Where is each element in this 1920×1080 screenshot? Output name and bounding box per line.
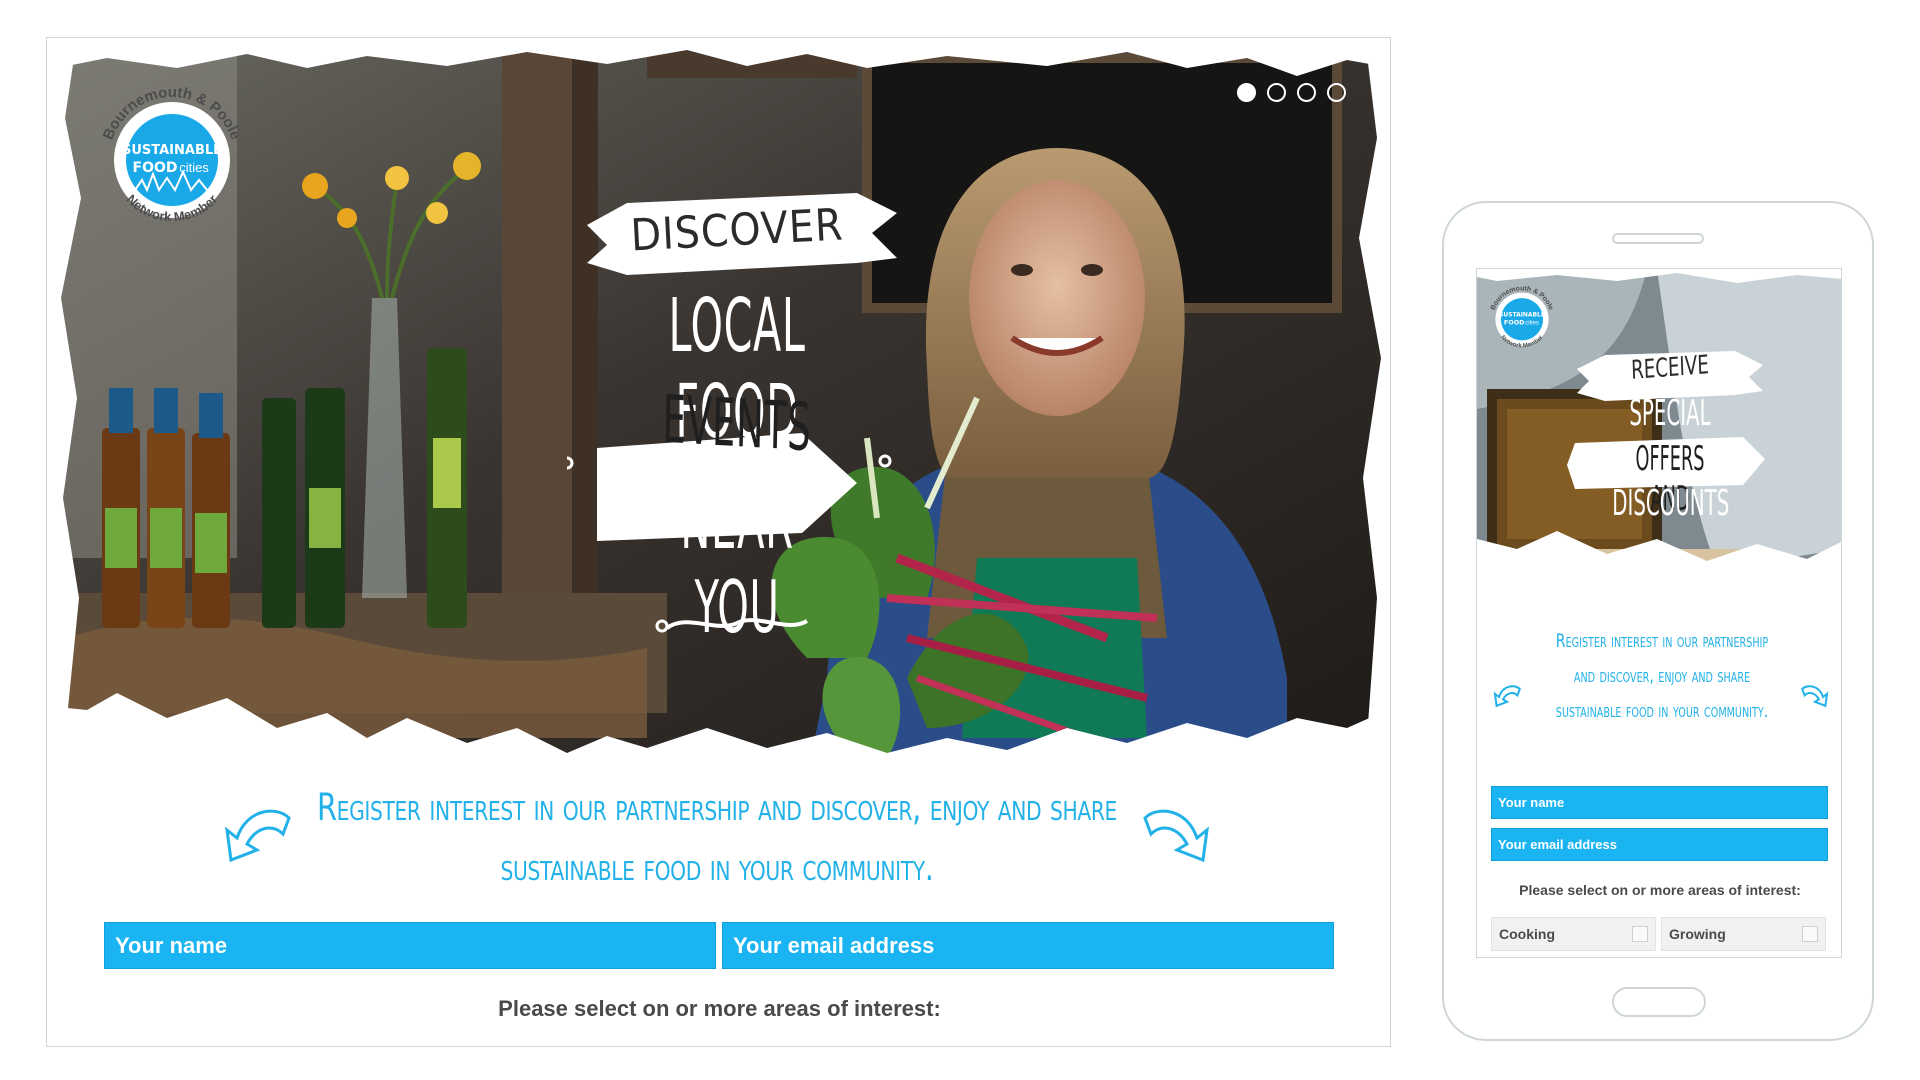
mobile-interest-label: Please select on or more areas of intere… [1519, 882, 1801, 898]
svg-text:SUSTAINABLE: SUSTAINABLE [122, 143, 222, 158]
mobile-title-discounts: Discounts [1612, 483, 1730, 524]
curly-arrow-right-icon [1143, 809, 1209, 863]
interest-option-label: Cooking [1499, 926, 1555, 942]
interest-option-label: Growing [1669, 926, 1726, 942]
slider-dot-1[interactable] [1237, 83, 1256, 102]
mobile-title-special: Special [1629, 393, 1711, 434]
slider-dot-4[interactable] [1327, 83, 1346, 102]
mobile-sustainable-food-cities-logo[interactable]: Bournemouth & Poole Network Member SUSTA… [1483, 277, 1561, 355]
curly-arrow-left-icon [225, 809, 291, 863]
mobile-name-field[interactable] [1491, 786, 1828, 819]
mobile-tagline: Register interest in our partnership and… [1555, 630, 1769, 722]
checkbox-growing[interactable] [1802, 926, 1818, 942]
phone-speaker [1612, 233, 1704, 244]
desktop-mockup: Bournemouth & Poole Network Member SUSTA… [46, 37, 1391, 1047]
tagline: Register interest in our partnership and… [317, 786, 1117, 889]
mobile-curly-arrow-right-icon [1801, 685, 1829, 708]
interest-option-growing[interactable]: Growing [1661, 917, 1826, 951]
interest-option-cooking[interactable]: Cooking [1491, 917, 1656, 951]
mobile-curly-arrow-left-icon [1493, 685, 1521, 708]
svg-text:FOOD: FOOD [1504, 319, 1525, 327]
phone-home-button [1612, 987, 1706, 1017]
phone-screen: Bournemouth & Poole Network Member SUSTA… [1476, 268, 1842, 958]
slider-dot-2[interactable] [1267, 83, 1286, 102]
interest-label: Please select on or more areas of intere… [498, 996, 941, 1021]
title-near-you: Near You [680, 481, 794, 649]
mobile-hero-title: Receive Special Offers and Discounts [1565, 339, 1775, 589]
mobile-hero-banner: Bournemouth & Poole Network Member SUSTA… [1477, 269, 1841, 609]
svg-text:FOOD: FOOD [133, 160, 178, 176]
checkbox-cooking[interactable] [1632, 926, 1648, 942]
svg-text:cities: cities [1525, 321, 1539, 327]
hero-title: Discover Local Food Events Near You [567, 163, 907, 663]
email-field[interactable] [722, 922, 1334, 969]
title-events: Events [661, 380, 813, 467]
svg-text:SUSTAINABLE: SUSTAINABLE [1499, 311, 1545, 318]
mobile-email-field[interactable] [1491, 828, 1828, 861]
phone-mockup: Bournemouth & Poole Network Member SUSTA… [1442, 201, 1874, 1041]
slider-dot-3[interactable] [1297, 83, 1316, 102]
hero-banner: Bournemouth & Poole Network Member SUSTA… [47, 38, 1390, 778]
sustainable-food-cities-logo[interactable]: Bournemouth & Poole Network Member SUSTA… [87, 68, 257, 238]
slider-dots [1237, 83, 1346, 102]
name-field[interactable] [104, 922, 716, 969]
